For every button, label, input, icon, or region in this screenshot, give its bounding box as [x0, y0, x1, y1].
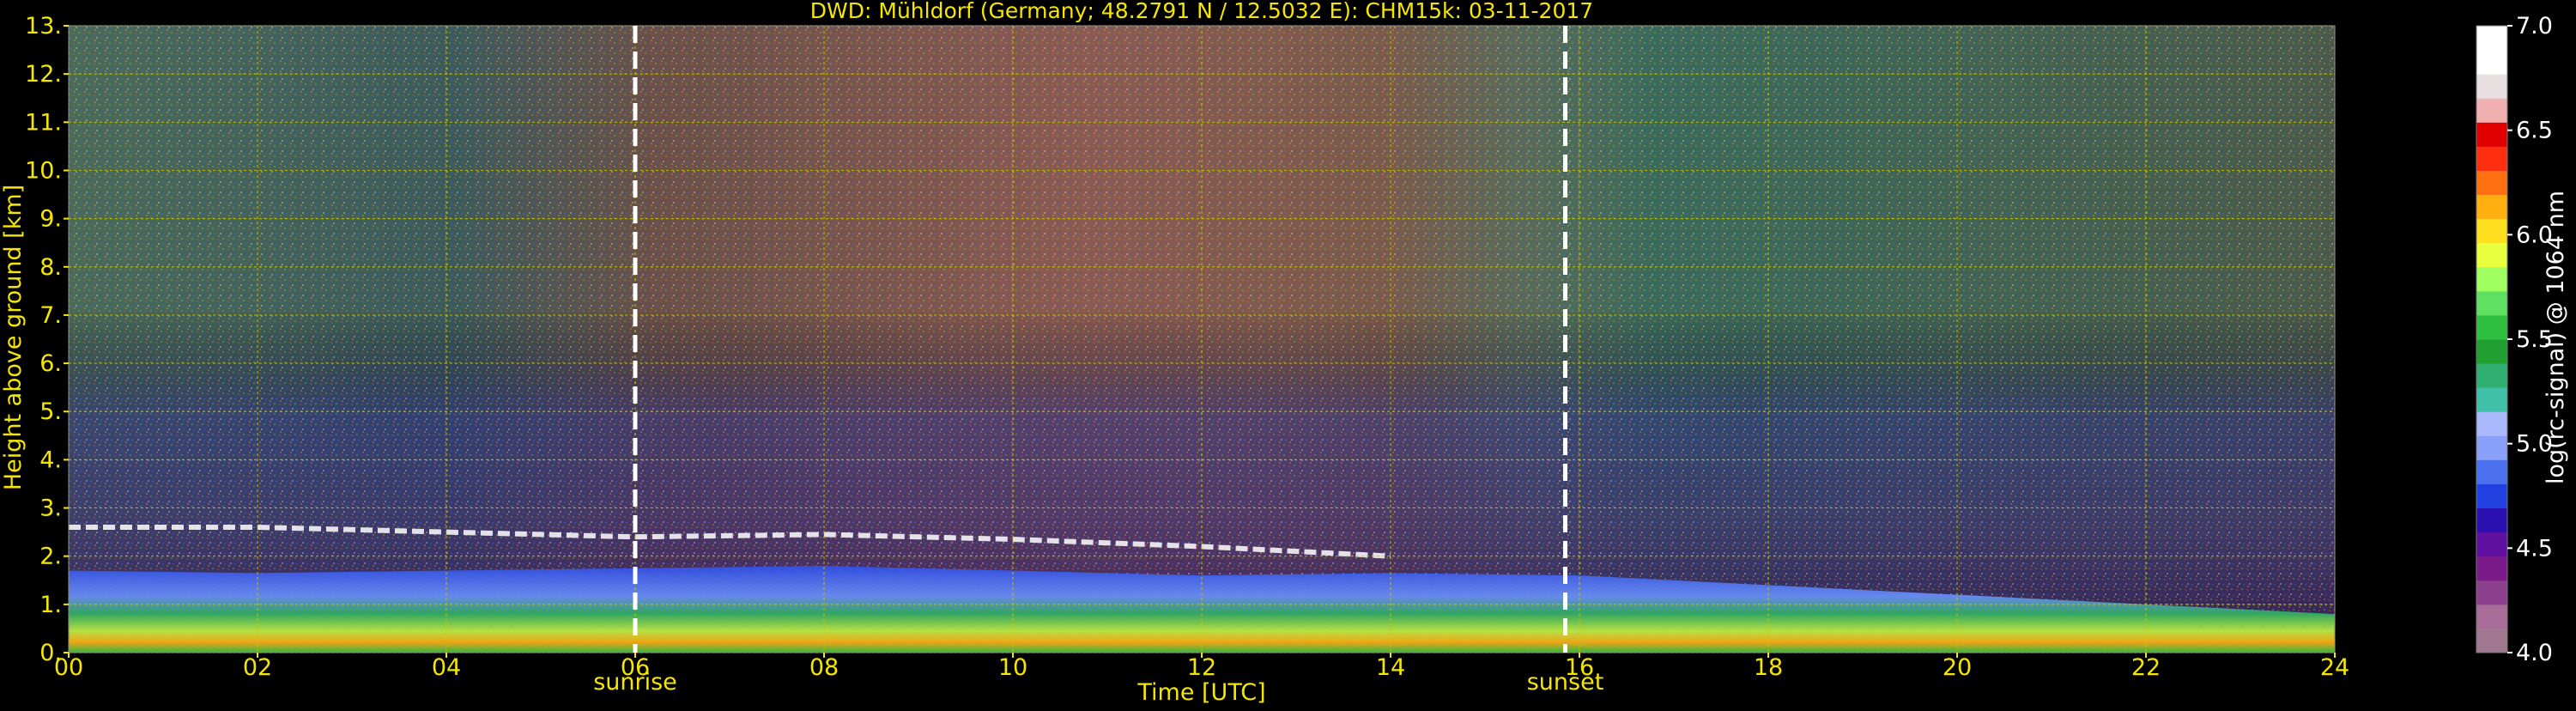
colorbar-segment	[2476, 435, 2507, 460]
lidar-backscatter-chart: sunrise sunset 00 02 04 06 08 10 12 14 16 18 20 22 24…	[0, 0, 2576, 708]
y-tick-label: 3.	[39, 495, 62, 522]
colorbar: 4.04.55.05.56.06.57.0	[2476, 13, 2553, 666]
y-tick-label: 7.	[39, 302, 62, 329]
colorbar-tick-label: 4.5	[2516, 535, 2553, 562]
colorbar-segment	[2476, 26, 2507, 51]
colorbar-segment	[2476, 387, 2507, 412]
colorbar-segment	[2476, 507, 2507, 533]
x-tick-label: 14	[1376, 654, 1405, 681]
x-tick-label: 24	[2320, 654, 2349, 681]
y-tick-label: 11.	[25, 109, 62, 136]
x-tick-label: 18	[1754, 654, 1783, 681]
x-tick-label: 22	[2131, 654, 2161, 681]
chart-svg: sunrise sunset 00 02 04 06 08 10 12 14 16 18 20 22 24…	[0, 0, 2569, 706]
colorbar-segment	[2476, 122, 2507, 147]
colorbar-label: log(rc-signal) @ 1064 nm	[2543, 191, 2569, 484]
y-tick-label: 6.	[39, 350, 62, 377]
colorbar-segment	[2476, 628, 2507, 653]
y-tick-label: 9.	[39, 206, 62, 233]
y-tick-label: 2.	[39, 544, 62, 570]
colorbar-segment	[2476, 218, 2507, 244]
colorbar-segment	[2476, 532, 2507, 557]
x-tick-label: 10	[998, 654, 1027, 681]
y-tick-label: 5.	[39, 398, 62, 425]
colorbar-segment	[2476, 50, 2507, 75]
colorbar-segment	[2476, 580, 2507, 605]
y-tick-label: 1.	[39, 592, 62, 618]
x-tick-label: 08	[809, 654, 839, 681]
colorbar-segment	[2476, 459, 2507, 484]
y-tick-label: 12.	[25, 61, 62, 88]
x-tick-label: 04	[432, 654, 461, 681]
colorbar-segment	[2476, 363, 2507, 388]
colorbar-segment	[2476, 411, 2507, 436]
x-tick-label: 16	[1565, 654, 1594, 681]
colorbar-tick-label: 4.0	[2516, 640, 2553, 666]
colorbar-tick-label: 6.5	[2516, 118, 2553, 144]
colorbar-segment	[2476, 170, 2507, 196]
y-axis-ticks: 0. 1. 2. 3. 4. 5. 6. 7. 8. 9. 10. 11. 12. 13.	[25, 13, 69, 666]
colorbar-segment	[2476, 146, 2507, 171]
y-tick-label: 10.	[25, 157, 62, 184]
colorbar-tick-label: 7.0	[2516, 13, 2553, 40]
colorbar-segment	[2476, 194, 2507, 220]
y-axis-label: Height above ground [km]	[0, 185, 27, 490]
y-tick-label: 4.	[39, 447, 62, 473]
colorbar-segment	[2476, 604, 2507, 629]
x-axis-label: Time [UTC]	[1136, 679, 1265, 706]
colorbar-segment	[2476, 314, 2507, 340]
y-tick-label: 0.	[39, 640, 62, 666]
chart-title: DWD: Mühldorf (Germany; 48.2791 N / 12.5…	[810, 0, 1593, 23]
y-tick-label: 13.	[25, 13, 62, 40]
colorbar-segment	[2476, 98, 2507, 123]
colorbar-segment	[2476, 483, 2507, 509]
colorbar-segment	[2476, 266, 2507, 292]
colorbar-segment	[2476, 74, 2507, 99]
colorbar-segment	[2476, 556, 2507, 581]
y-tick-label: 8.	[39, 254, 62, 281]
x-tick-label: 20	[1943, 654, 1972, 681]
x-tick-label: 12	[1187, 654, 1216, 681]
x-tick-label: 02	[243, 654, 272, 681]
x-tick-label: 06	[621, 654, 650, 681]
colorbar-segment	[2476, 290, 2507, 316]
x-axis-ticks: 00 02 04 06 08 10 12 14 16 18 20 22 24	[54, 653, 2349, 681]
colorbar-segment	[2476, 242, 2507, 268]
colorbar-segment	[2476, 339, 2507, 364]
